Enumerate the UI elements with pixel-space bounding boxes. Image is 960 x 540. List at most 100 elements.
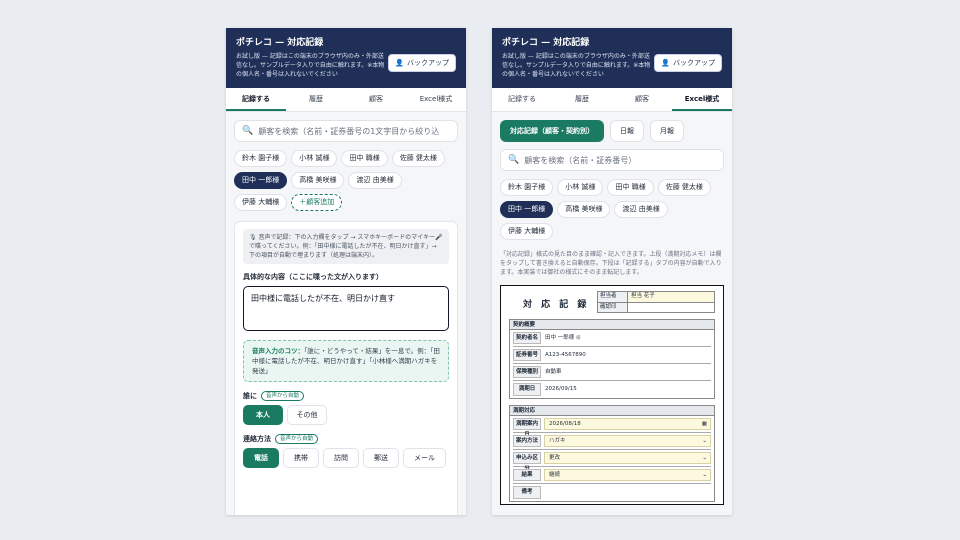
tab-record[interactable]: 記録する [492,88,552,111]
maturity-section: 満期対応 満期案内日 2026/08/18 ▦ 案内方法 ハガキ ⌄ 申込み区分 更… [509,405,715,502]
tab-history[interactable]: 履歴 [286,88,346,111]
row-value: 自動車 [545,369,562,375]
tab-customers[interactable]: 顧客 [346,88,406,111]
contract-row: 契約者名 田中 一郎様 様 [513,330,711,347]
subtab-daily[interactable]: 日報 [610,120,644,142]
tab-record[interactable]: 記録する [226,88,286,111]
customer-chip[interactable]: 佐藤 健太様 [391,150,445,167]
customer-chip[interactable]: 佐藤 健太様 [657,179,711,196]
result-select[interactable]: 継続 ⌄ [544,469,711,481]
customer-chip[interactable]: 小林 誠様 [291,150,338,167]
row-label: 備考 [513,486,541,499]
method-option-visit[interactable]: 訪問 [323,448,359,468]
row-label: 申込み区分 [513,452,541,472]
record-sheet: 対 応 記 録 担当者 担当 花子 確認印 契約概要 契約者名 田中 一郎様 様… [500,285,724,505]
customer-chip[interactable]: 渡辺 由美様 [614,201,668,218]
subtab-monthly[interactable]: 月報 [650,120,684,142]
record-form-card: 🎙 音声で記録：下の入力欄をタップ → スマホキーボードのマイキー🎤で喋ってくだ… [234,221,458,515]
auto-badge: 音声から自動 [261,391,305,401]
contract-section-title: 契約概要 [510,320,714,330]
customer-chip[interactable]: 伊藤 大輔様 [500,223,554,240]
method-options: 電話 携帯 訪問 郵送 メール [243,448,449,468]
row-label: 保険種別 [513,366,541,378]
content-textarea[interactable]: 田中様に電話したが不在、明日かけ直す [243,286,449,331]
tab-excel[interactable]: Excel様式 [406,88,466,111]
row-label: 結果 [513,469,541,481]
backup-button[interactable]: 👤 バックアップ [388,54,456,72]
customer-chip-list: 鈴木 園子様 小林 誠様 田中 職様 佐藤 健太様 田中 一郎様 高橋 美咲様 … [234,150,458,211]
tab-history[interactable]: 履歴 [552,88,612,111]
confirm-value[interactable] [628,303,714,312]
calendar-icon[interactable]: ▦ [702,419,707,429]
customer-chip[interactable]: 小林 誠様 [557,179,604,196]
app-header: ポチレコ — 対応記録 お試し版 — 記録はこの端末のブラウザ内のみ・外部送信な… [226,28,466,88]
voice-hint: 🎙 音声で記録：下の入力欄をタップ → スマホキーボードのマイキー🎤で喋ってくだ… [243,229,449,264]
row-label: 満期案内日 [513,418,541,438]
contract-row: 保険種別 自動車 [513,364,711,381]
tab-excel[interactable]: Excel様式 [672,88,732,111]
customer-search-input[interactable]: 🔍 顧客を検索（名前・証券番号の1文字目から絞り込 [234,120,458,142]
customer-chip-selected[interactable]: 田中 一郎様 [234,172,288,189]
chevron-down-icon: ⌄ [702,455,707,461]
search-placeholder: 顧客を検索（名前・証券番号） [524,155,637,165]
who-option-self[interactable]: 本人 [243,405,283,425]
method-label: 連絡方法 [243,435,271,443]
row-value: 田中 一郎様 様 [541,330,711,346]
remarks-input[interactable] [541,484,711,501]
customer-chip[interactable]: 田中 職様 [341,150,388,167]
maturity-row: 案内方法 ハガキ ⌄ [513,433,711,450]
sheet-description: 「対応記録」様式の見た目のまま確認・記入できます。上段（満期対応メモ）は欄をタッ… [500,251,722,276]
method-option-email[interactable]: メール [403,448,446,468]
application-type-select[interactable]: 更改 ⌄ [544,452,711,464]
search-icon: 🔍 [508,155,520,165]
chevron-down-icon: ⌄ [702,472,707,478]
sheet-title: 対 応 記 録 [523,300,590,310]
row-label: 証券番号 [513,349,541,361]
staff-value[interactable]: 担当 花子 [628,292,714,302]
confirm-label: 確認印 [598,303,628,312]
select-value: 更改 [549,455,561,461]
method-option-phone[interactable]: 電話 [243,448,279,468]
customer-chip[interactable]: 高橋 美咲様 [557,201,611,218]
person-icon: 👤 [395,59,404,67]
voice-tip-title: 音声入力のコツ： [252,347,304,355]
backup-button[interactable]: 👤 バックアップ [654,54,722,72]
row-label: 満期日 [513,383,541,396]
customer-chip[interactable]: 田中 職様 [607,179,654,196]
content-label: 具体的な内容（ここに喋った文が入ります） [243,273,383,281]
subtab-record-sheet[interactable]: 対応記録（顧客・契約別） [500,120,604,142]
person-icon: 👤 [661,59,670,67]
customer-chip[interactable]: 高橋 美咲様 [291,172,345,189]
method-option-mail[interactable]: 郵送 [363,448,399,468]
who-options: 本人 その他 [243,405,449,425]
staff-box: 担当者 担当 花子 確認印 [597,291,715,313]
backup-label: バックアップ [673,59,715,67]
row-label: 案内方法 [513,435,541,447]
select-value: 継続 [549,472,561,478]
trial-notice: お試し版 — 記録はこの端末のブラウザ内のみ・外部送信なし。サンプルデータ入りで… [502,53,651,78]
row-value: A123-4567890 [545,352,586,358]
customer-chip[interactable]: 伊藤 大輔様 [234,194,288,211]
main-tabs: 記録する 履歴 顧客 Excel様式 [226,88,466,112]
staff-label: 担当者 [598,292,628,302]
customer-chip[interactable]: 鈴木 園子様 [500,179,554,196]
row-label: 契約者名 [513,332,541,344]
customer-chip-selected[interactable]: 田中 一郎様 [500,201,554,218]
maturity-section-title: 満期対応 [510,406,714,416]
search-placeholder: 顧客を検索（名前・証券番号の1文字目から絞り込 [258,126,440,136]
customer-chip[interactable]: 鈴木 園子様 [234,150,288,167]
who-label: 誰に [243,392,257,400]
who-option-other[interactable]: その他 [287,405,327,425]
guide-method-select[interactable]: ハガキ ⌄ [544,435,711,447]
method-option-mobile[interactable]: 携帯 [283,448,319,468]
maturity-row: 結果 継続 ⌄ [513,467,711,484]
app-title: ポチレコ — 対応記録 [502,38,590,48]
excel-subtabs: 対応記録（顧客・契約別） 日報 月報 [500,120,724,142]
contract-section: 契約概要 契約者名 田中 一郎様 様 証券番号 A123-4567890 保険種… [509,319,715,399]
customer-chip[interactable]: 渡辺 由美様 [348,172,402,189]
customer-search-input[interactable]: 🔍 顧客を検索（名前・証券番号） [500,149,724,171]
maturity-date-input[interactable]: 2026/08/18 ▦ [544,418,711,430]
trial-notice: お試し版 — 記録はこの端末のブラウザ内のみ・外部送信なし。サンプルデータ入りで… [236,53,385,78]
add-customer-button[interactable]: ＋顧客追加 [291,194,343,211]
tab-customers[interactable]: 顧客 [612,88,672,111]
